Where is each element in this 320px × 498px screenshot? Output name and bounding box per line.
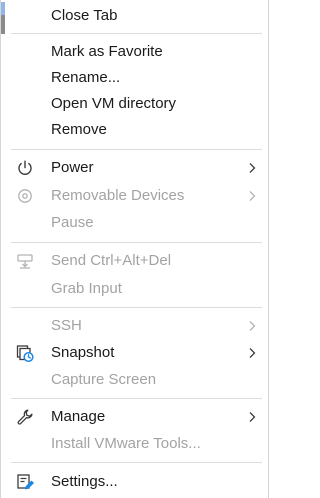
menu-item-label: Power [51,159,94,176]
menu-item-label: Removable Devices [51,187,185,204]
snapshot-icon [16,345,34,363]
menu-separator [11,33,262,34]
disc-icon [18,189,32,203]
chevron-right-icon [249,163,256,173]
menu-separator [11,242,262,243]
menu-item-open-vm-directory[interactable]: Open VM directory [1,91,268,117]
menu-separator [11,149,262,150]
menu-item-snapshot[interactable]: Snapshot [1,340,268,366]
menu-item-power[interactable]: Power [1,155,268,181]
menu-item-grab-input[interactable]: Grab Input [1,276,268,302]
menu-item-label: Mark as Favorite [51,43,163,60]
menu-item-settings[interactable]: Settings... [1,469,268,495]
chevron-right-icon [249,412,256,422]
menu-item-label: Grab Input [51,280,122,297]
menu-separator [11,307,262,308]
menu-item-label: SSH [51,317,82,334]
menu-item-label: Open VM directory [51,95,177,112]
menu-item-label: Settings... [51,473,118,490]
context-menu: Close Tab Mark as Favorite Rename... Ope… [0,0,269,498]
menu-item-capture-screen[interactable]: Capture Screen [1,367,268,393]
menu-item-label: Close Tab [51,7,118,24]
menu-item-label: Manage [51,408,106,425]
menu-item-rename[interactable]: Rename... [1,65,268,91]
menu-item-label: Install VMware Tools... [51,435,201,452]
menu-item-label: Capture Screen [51,371,157,388]
menu-item-ssh[interactable]: SSH [1,313,268,339]
menu-item-label: Send Ctrl+Alt+Del [51,252,172,269]
menu-item-close-tab[interactable]: Close Tab [1,3,268,29]
power-icon [18,160,32,175]
wrench-icon [17,409,33,425]
settings-icon [17,474,34,490]
menu-item-label: Rename... [51,69,121,86]
menu-separator [11,462,262,463]
menu-item-manage[interactable]: Manage [1,404,268,430]
menu-item-label: Pause [51,214,94,231]
keyboard-send-icon [17,254,33,269]
menu-item-send-ctrl-alt-del[interactable]: Send Ctrl+Alt+Del [1,248,268,274]
chevron-right-icon [249,321,256,331]
menu-item-label: Remove [51,121,107,138]
menu-item-label: Snapshot [51,344,115,361]
menu-separator [11,398,262,399]
menu-item-pause[interactable]: Pause [1,210,268,236]
menu-item-removable-devices[interactable]: Removable Devices [1,183,268,209]
chevron-right-icon [249,348,256,358]
menu-item-remove[interactable]: Remove [1,117,268,143]
menu-item-mark-as-favorite[interactable]: Mark as Favorite [1,39,268,65]
chevron-right-icon [249,191,256,201]
menu-item-install-vmware-tools[interactable]: Install VMware Tools... [1,431,268,457]
